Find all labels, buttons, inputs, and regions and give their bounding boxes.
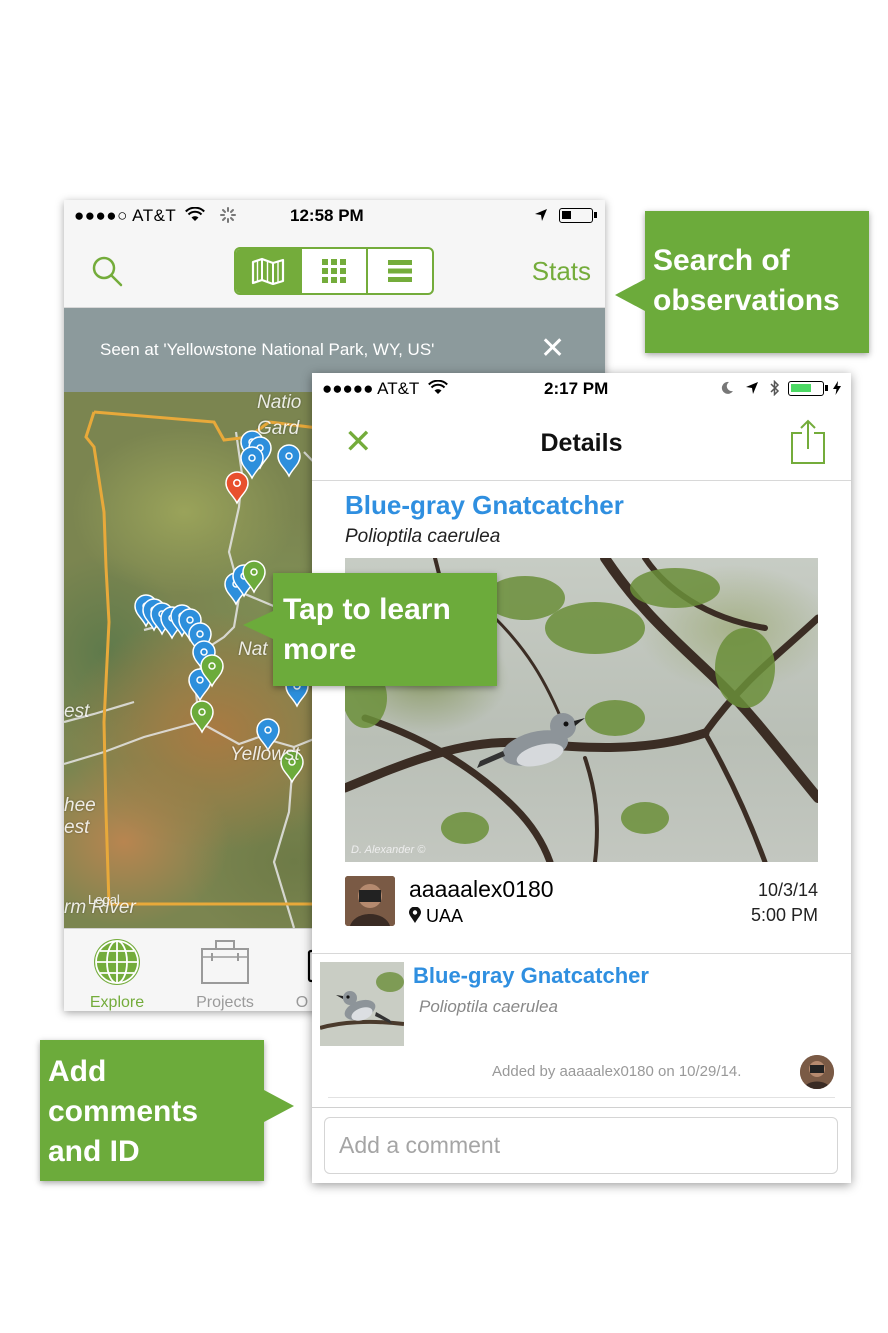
filter-close-icon[interactable]: ✕: [540, 334, 565, 364]
observation-scientific-name: Polioptila caerulea: [345, 526, 501, 547]
status-right: [534, 206, 597, 226]
battery-icon: [559, 208, 597, 223]
observation-date: 10/3/14: [757, 880, 818, 900]
identification-thumbnail[interactable]: [320, 962, 404, 1046]
activity-spinner-icon: [220, 207, 237, 223]
grid-icon: [322, 259, 346, 283]
map-view-button[interactable]: [236, 249, 302, 293]
observation-place-text: UAA: [426, 906, 464, 926]
callout-search: Search of observations: [615, 211, 869, 353]
map-icon: [251, 257, 285, 285]
search-icon[interactable]: [90, 254, 124, 288]
carrier-text: ●●●●● AT&T: [322, 379, 420, 398]
status-time: 2:17 PM: [544, 379, 609, 398]
carrier-text: ●●●●○ AT&T: [74, 206, 177, 225]
battery-icon: [788, 381, 829, 396]
globe-icon: [94, 939, 140, 985]
share-icon[interactable]: [790, 419, 826, 465]
identifier-avatar[interactable]: [800, 1055, 834, 1089]
filter-text: Seen at 'Yellowstone National Park, WY, …: [100, 340, 435, 359]
comment-input[interactable]: [324, 1117, 838, 1174]
identification-added-by: Added by aaaaalex0180 on 10/29/14.: [492, 1063, 742, 1080]
page-title: Details: [540, 429, 623, 457]
list-icon: [388, 260, 412, 282]
tab-explore-label: Explore: [89, 994, 145, 1011]
map-label-west: est: [64, 701, 90, 722]
avatar[interactable]: [345, 876, 395, 926]
grid-view-button[interactable]: [302, 249, 368, 293]
callout-line: Add: [48, 1055, 107, 1088]
view-mode-segmented-control: [234, 247, 434, 295]
wifi-icon: [185, 206, 206, 221]
map-label-gardiner: Gard: [257, 418, 300, 439]
bluetooth-icon: [770, 379, 779, 397]
observation-common-name[interactable]: Blue-gray Gnatcatcher: [345, 490, 624, 521]
identification-common-name[interactable]: Blue-gray Gnatcatcher: [413, 963, 649, 989]
stats-button[interactable]: Stats: [532, 256, 591, 287]
tab-explore[interactable]: Explore: [72, 937, 162, 1011]
details-nav-bar: ✕ Details: [312, 405, 851, 481]
observer-row[interactable]: aaaaalex0180 UAA 10/3/14 5:00 PM: [345, 874, 818, 926]
map-label-forest-1: hee: [64, 795, 96, 816]
tab-projects[interactable]: Projects: [180, 937, 270, 1011]
map-label-national: Natio: [257, 392, 302, 413]
carrier-label: ●●●●● AT&T: [322, 379, 448, 399]
map-label-national-mid: Nat: [238, 639, 268, 660]
tab-projects-label: Projects: [196, 994, 254, 1011]
identification-scientific-name: Polioptila caerulea: [419, 997, 558, 1016]
briefcase-icon: [201, 940, 249, 984]
photo-credit: D. Alexander ©: [351, 844, 426, 856]
callout-tap-text: Tap to learn more: [283, 590, 451, 670]
carrier-label: ●●●●○ AT&T: [74, 206, 237, 226]
callout-line: Tap to learn: [283, 593, 451, 626]
divider: [312, 1107, 851, 1108]
divider: [312, 953, 851, 954]
callout-line: Search of: [653, 244, 790, 277]
location-arrow-icon: [535, 209, 548, 221]
location-arrow-icon: [745, 382, 758, 394]
callout-add-comments: Add comments and ID: [40, 1040, 294, 1181]
status-bar: ●●●●○ AT&T 12:58 PM: [64, 200, 605, 232]
callout-line: comments: [48, 1095, 199, 1128]
status-time: 12:58 PM: [290, 206, 364, 225]
divider: [328, 1097, 835, 1098]
list-view-button[interactable]: [368, 249, 432, 293]
callout-line: observations: [653, 284, 840, 317]
moon-icon: [721, 381, 734, 394]
map-label-yellowstone: Yellowst: [230, 744, 300, 765]
map-label-forest-2: est: [64, 817, 90, 838]
location-pin-icon: [409, 906, 421, 923]
status-right: [720, 379, 841, 399]
observer-username[interactable]: aaaaalex0180: [409, 876, 554, 903]
charging-icon: [833, 381, 841, 395]
explore-nav-bar: Stats: [64, 232, 605, 308]
observation-place: UAA: [409, 906, 463, 927]
callout-tap-to-learn: Tap to learn more: [243, 573, 497, 686]
callout-line: more: [283, 633, 357, 666]
callout-add-text: Add comments and ID: [48, 1052, 198, 1172]
details-screen: ●●●●● AT&T 2:17 PM ✕ Details Blue-gray G…: [312, 373, 851, 1183]
callout-line: and ID: [48, 1135, 140, 1168]
observation-time: 5:00 PM: [750, 905, 818, 925]
status-bar: ●●●●● AT&T 2:17 PM: [312, 373, 851, 405]
callout-search-text: Search of observations: [653, 241, 840, 321]
wifi-icon: [427, 379, 448, 394]
map-legal-link[interactable]: Legal: [88, 892, 120, 907]
